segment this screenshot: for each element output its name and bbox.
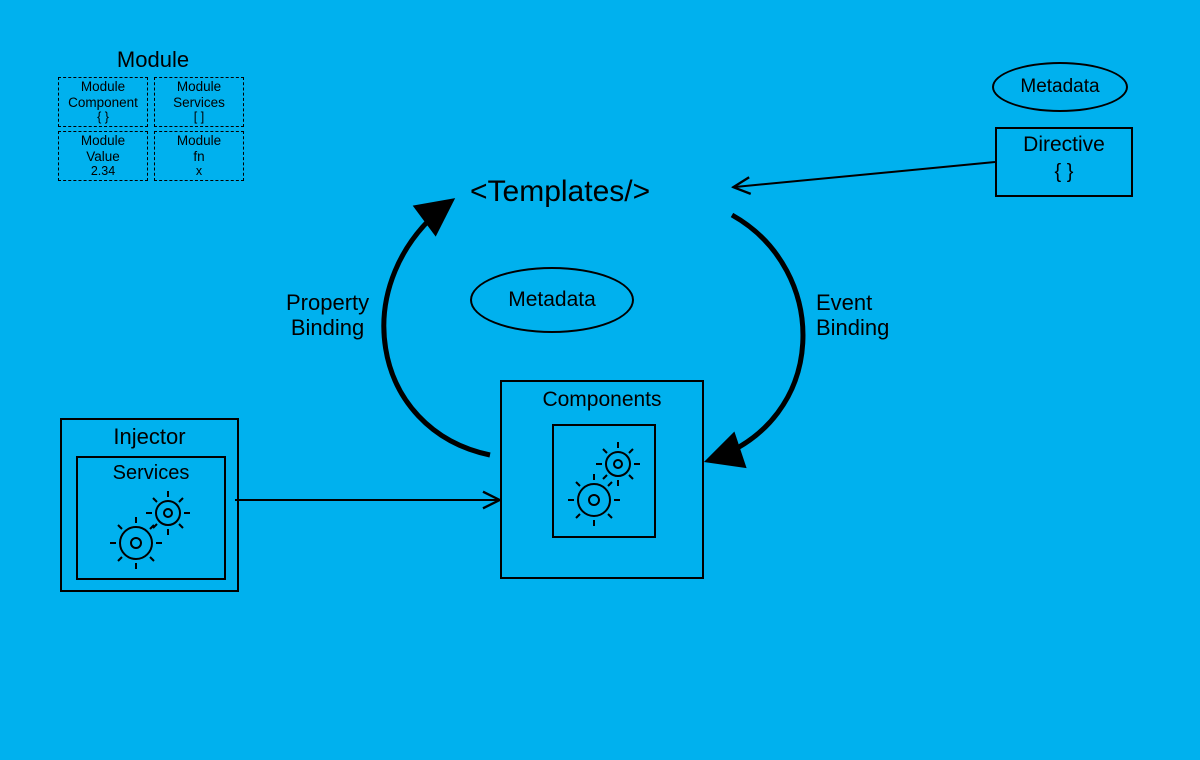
- module-cell-value: Module Value 2.34: [58, 131, 148, 181]
- module-cell-sub: x: [196, 164, 202, 178]
- injector-box: Injector Services: [60, 418, 239, 592]
- arrow-directive-to-templates: [735, 162, 995, 187]
- module-cell-fn: Module fn x: [154, 131, 244, 181]
- module-cell-line: Value: [86, 149, 120, 165]
- module-cell-line: Module: [81, 79, 125, 95]
- module-cell-line: Component: [68, 95, 138, 111]
- templates-label: <Templates/>: [470, 175, 650, 210]
- diagram-stage: Module Module Component { } Module Servi…: [0, 0, 1200, 760]
- metadata-top-ellipse: Metadata: [992, 62, 1128, 112]
- module-cell-line: Module: [177, 133, 221, 149]
- module-cell-sub: 2.34: [91, 164, 115, 178]
- module-cell-sub: [ ]: [194, 110, 204, 124]
- directive-box: Directive { }: [995, 127, 1133, 197]
- arrow-property-binding: [384, 202, 490, 455]
- module-cell-sub: { }: [97, 110, 109, 124]
- module-cell-services: Module Services [ ]: [154, 77, 244, 127]
- module-cell-line: Module: [177, 79, 221, 95]
- module-cell-line: Module: [81, 133, 125, 149]
- services-box: Services: [76, 456, 226, 580]
- arrow-event-binding: [710, 215, 803, 460]
- module-panel-title: Module: [58, 47, 248, 73]
- module-cell-component: Module Component { }: [58, 77, 148, 127]
- metadata-center-ellipse: Metadata: [470, 267, 634, 333]
- components-box: Components: [500, 380, 704, 579]
- directive-title: Directive: [997, 133, 1131, 157]
- directive-sub: { }: [997, 161, 1131, 184]
- module-cell-line: Services: [173, 95, 225, 111]
- metadata-center-label: Metadata: [508, 288, 596, 312]
- module-cell-line: fn: [193, 149, 204, 165]
- event-binding-label: Event Binding: [816, 290, 889, 341]
- property-binding-label: Property Binding: [286, 290, 369, 341]
- module-panel: Module Module Component { } Module Servi…: [58, 47, 248, 77]
- injector-title: Injector: [62, 424, 237, 449]
- components-inner-box: [552, 424, 656, 538]
- metadata-top-label: Metadata: [1020, 76, 1099, 98]
- components-title: Components: [502, 388, 702, 412]
